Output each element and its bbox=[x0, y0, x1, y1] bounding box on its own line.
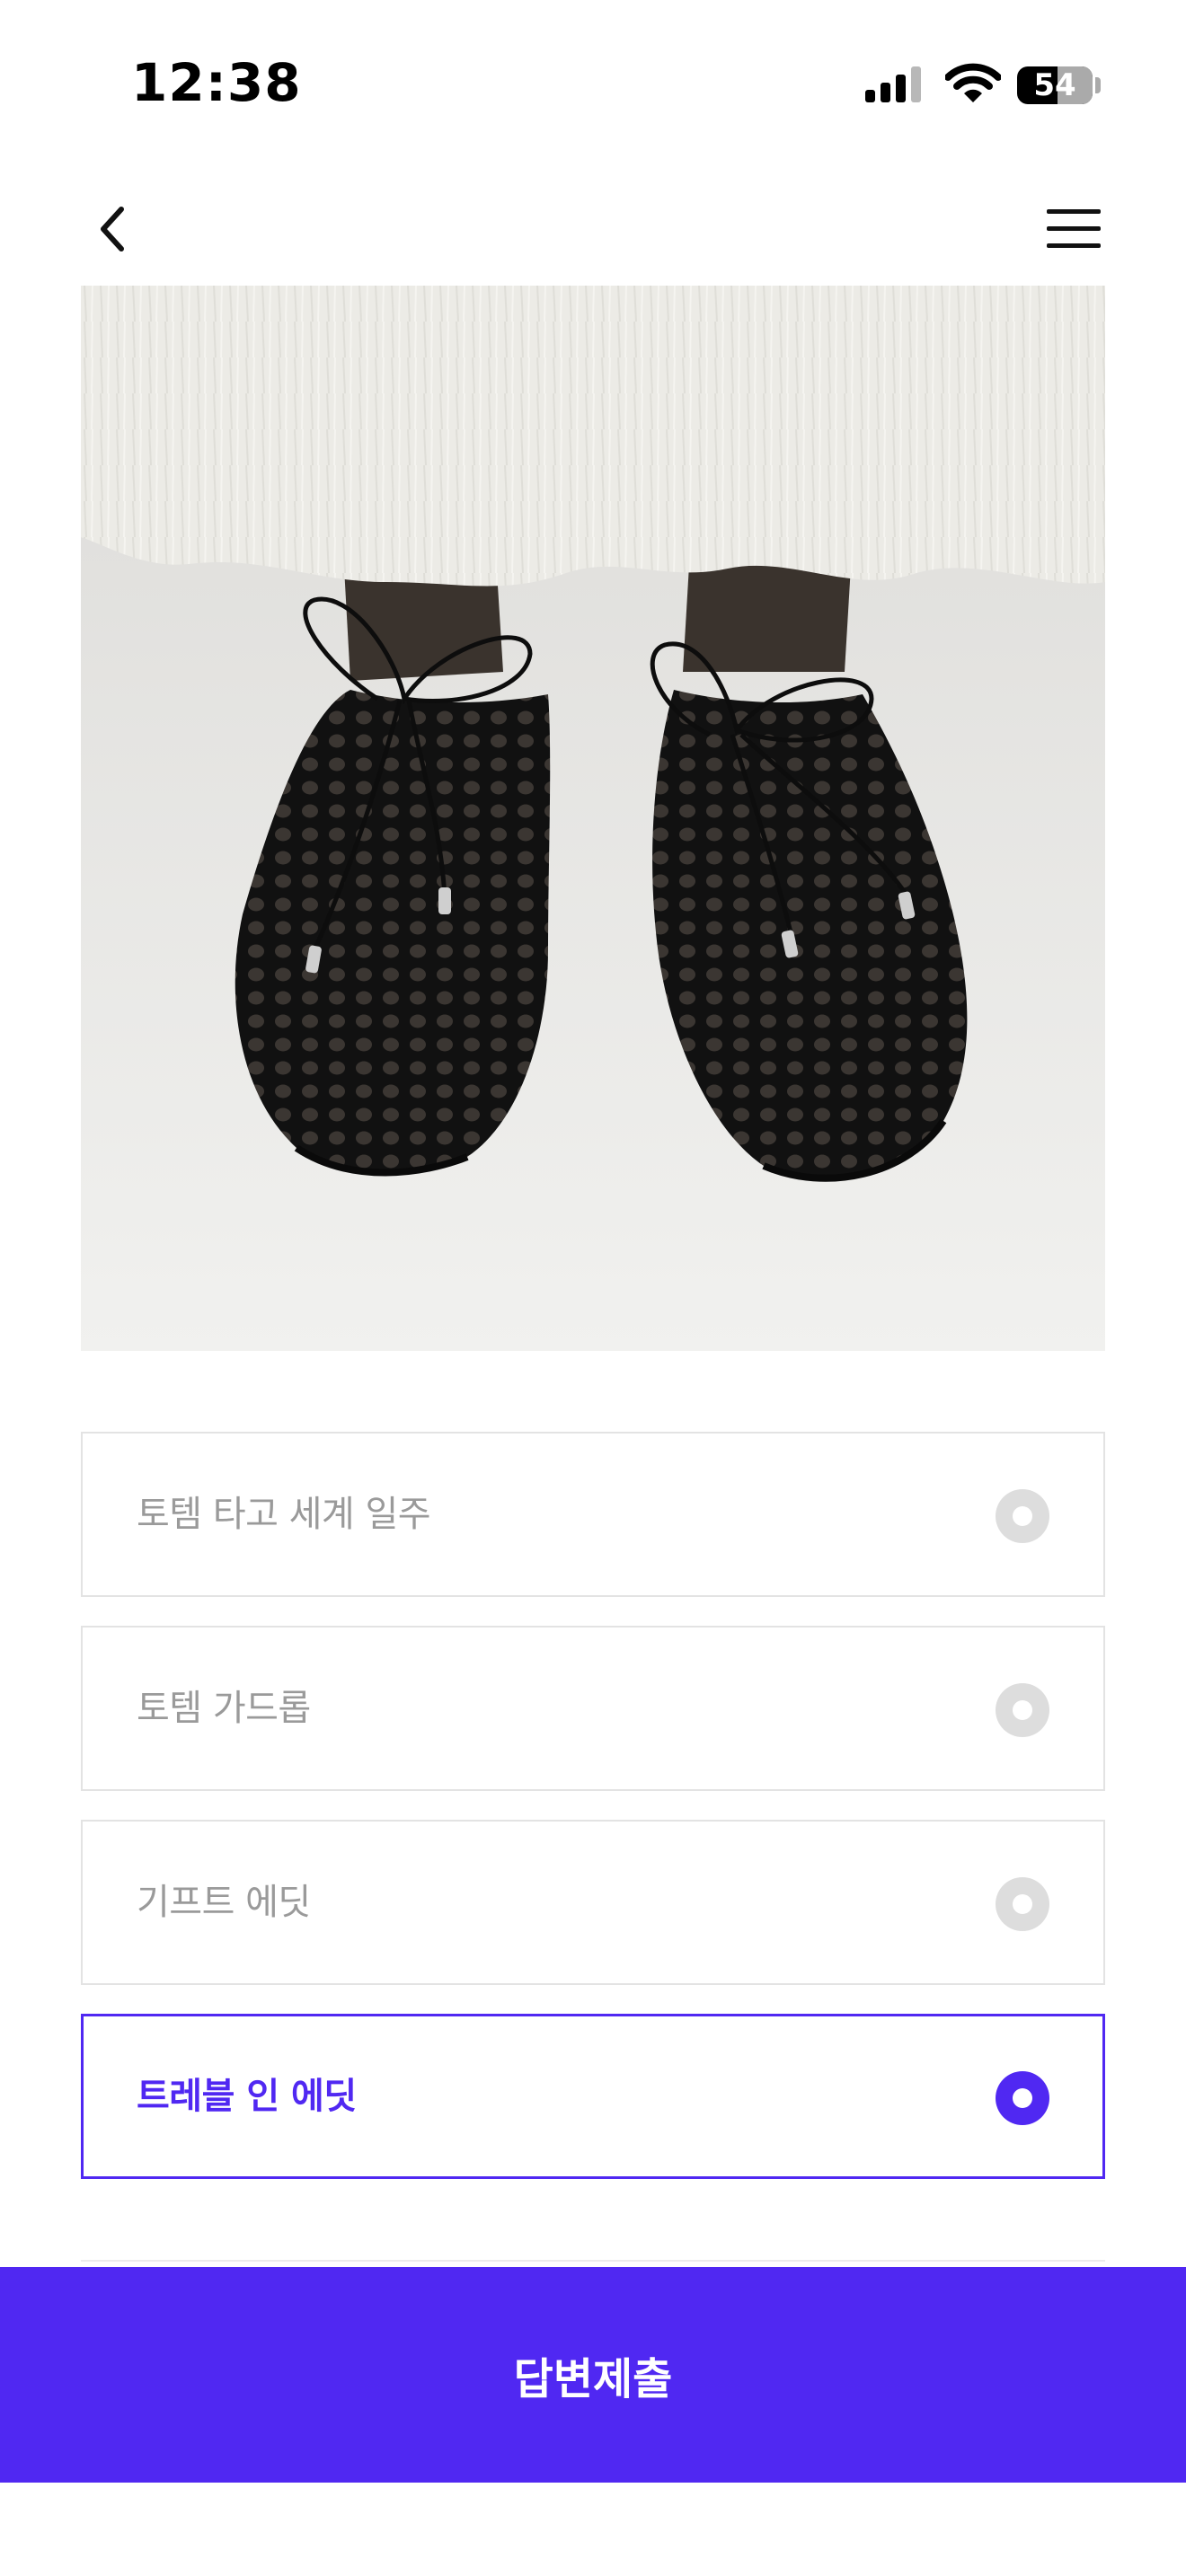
submit-answer-button[interactable]: 답변제출 bbox=[0, 2267, 1186, 2483]
option-label: 트레블 인 에딧 bbox=[137, 2076, 357, 2117]
battery-icon: 54 bbox=[1017, 66, 1093, 104]
radio-button[interactable] bbox=[996, 1489, 1049, 1543]
battery-cap bbox=[1095, 77, 1101, 93]
menu-button[interactable] bbox=[1033, 198, 1114, 260]
option-4[interactable]: 트레블 인 에딧 bbox=[81, 2014, 1105, 2179]
status-bar: 12:38 54 bbox=[0, 0, 1186, 171]
radio-dot bbox=[1013, 1506, 1032, 1526]
cellular-signal-icon bbox=[865, 65, 925, 108]
option-2[interactable]: 토템 가드롭 bbox=[81, 1626, 1105, 1791]
wifi-icon bbox=[944, 63, 1002, 108]
radio-button[interactable] bbox=[996, 1683, 1049, 1737]
radio-dot bbox=[1013, 2088, 1032, 2108]
status-time: 12:38 bbox=[131, 52, 302, 113]
option-3[interactable]: 기프트 에딧 bbox=[81, 1820, 1105, 1985]
hamburger-menu-icon bbox=[1047, 209, 1101, 248]
nav-bar bbox=[0, 180, 1186, 278]
home-indicator-area bbox=[0, 2483, 1186, 2576]
chevron-left-icon bbox=[101, 207, 124, 251]
radio-dot bbox=[1013, 1700, 1032, 1720]
option-label: 기프트 에딧 bbox=[137, 1882, 311, 1923]
product-image bbox=[81, 286, 1105, 1351]
answer-options: 토템 타고 세계 일주 토템 가드롭 기프트 에딧 트레블 인 에딧 bbox=[81, 1432, 1105, 2208]
radio-button-selected[interactable] bbox=[996, 2071, 1049, 2125]
option-1[interactable]: 토템 타고 세계 일주 bbox=[81, 1432, 1105, 1597]
option-label: 토템 가드롭 bbox=[137, 1688, 311, 1729]
battery-percent: 54 bbox=[1033, 67, 1076, 103]
radio-button[interactable] bbox=[996, 1877, 1049, 1931]
option-label: 토템 타고 세계 일주 bbox=[137, 1494, 431, 1535]
back-button[interactable] bbox=[81, 198, 144, 260]
radio-dot bbox=[1013, 1894, 1032, 1914]
